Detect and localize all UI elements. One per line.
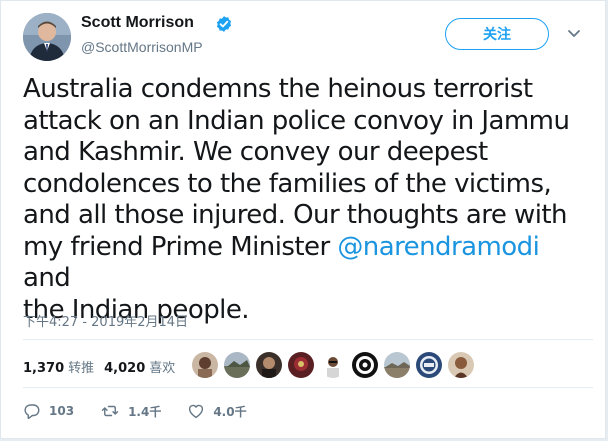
tweet-line: and all those injured. Our thoughts are … [23,200,568,230]
likes-label: 喜欢 [149,360,176,376]
liker-avatar[interactable] [352,352,378,378]
tweet-line: Australia condemns the heinous terrorist [23,74,533,104]
likes-stat[interactable]: 4,020 喜欢 [104,357,175,376]
liker-avatar[interactable] [224,352,250,378]
like-button[interactable]: 4.0千 [187,402,247,420]
liker-avatar[interactable] [256,352,282,378]
retweet-icon [101,405,119,417]
author-handle[interactable]: @ScottMorrisonMP [81,39,203,55]
retweets-stat[interactable]: 1,370 转推 [23,357,94,376]
like-count: 4.0千 [213,404,247,419]
tweet-line: my friend Prime Minister [23,231,338,262]
timestamp[interactable]: 下午4:27 - 2019年2月14日 [23,311,188,330]
verified-badge-icon [216,16,232,32]
retweets-label: 转推 [68,360,95,376]
divider [23,387,593,388]
mention-link[interactable]: @narendramodi [337,232,540,262]
liker-avatars [192,352,480,378]
chevron-down-icon[interactable] [567,29,581,39]
avatar[interactable] [23,13,71,61]
divider [23,339,593,340]
follow-button[interactable]: 关注 [445,18,549,50]
stats-bar: 1,370 转推 4,020 喜欢 [23,346,185,386]
liker-avatar[interactable] [192,352,218,378]
liker-avatar[interactable] [320,352,346,378]
reply-button[interactable]: 103 [23,402,74,420]
tweet-card: Scott Morrison @ScottMorrisonMP 关注 Austr… [0,0,606,439]
liker-avatar[interactable] [384,352,410,378]
tweet-text: Australia condemns the heinous terrorist… [23,74,593,326]
author-name[interactable]: Scott Morrison [81,14,194,32]
tweet-line: and Kashmir. We convey our deepest [23,137,488,167]
tweet-actions: 103 1.4千 4.0千 [23,399,273,423]
heart-icon [189,404,204,419]
tweet-line: and [23,263,71,293]
retweet-button[interactable]: 1.4千 [100,402,161,420]
retweets-count: 1,370 [23,360,65,376]
tweet-line: condolences to the families of the victi… [23,168,552,199]
retweet-count: 1.4千 [128,404,162,419]
likes-count: 4,020 [104,360,146,376]
liker-avatar[interactable] [448,352,474,378]
reply-icon [24,404,40,420]
tweet-line: attack on an Indian police convoy in Jam… [23,105,570,136]
liker-avatar[interactable] [288,352,314,378]
reply-count: 103 [49,404,75,418]
liker-avatar[interactable] [416,352,442,378]
